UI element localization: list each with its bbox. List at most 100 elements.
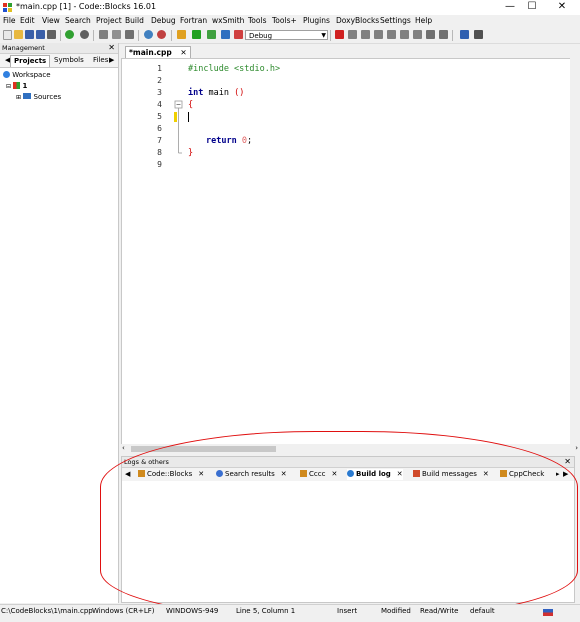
menu-project[interactable]: Project [96,16,122,25]
line-number: 5 [157,112,162,121]
tab-symbols[interactable]: Symbols [51,55,87,66]
tab-codeblocks-log[interactable]: Code::Blocks ✕ [138,469,204,480]
logs-scroll-more-icon[interactable]: ▶ [563,469,568,480]
tab-build-messages[interactable]: Build messages ✕ [413,469,489,480]
menu-debug[interactable]: Debug [151,16,176,25]
line-number: 4 [157,100,162,109]
scrollbar-thumb[interactable] [131,446,276,452]
logs-panel: Logs & others ✕ ◀ Code::Blocks ✕ Search r… [121,456,575,603]
tab-close-icon[interactable]: ✕ [483,470,489,478]
code-line-8: } [188,148,194,158]
scroll-left-icon[interactable]: ‹ [122,444,125,452]
line-number: 9 [157,160,162,169]
undo-icon[interactable] [65,30,74,39]
next-instruction-icon[interactable] [400,30,409,39]
menu-plugins[interactable]: Plugins [303,16,330,25]
find-icon[interactable] [144,30,153,39]
logs-scroll-right-icon[interactable]: ▸ [556,469,560,480]
build-target-select[interactable]: Debug ▼ [245,30,328,40]
save-icon[interactable] [25,30,34,39]
line-number: 1 [157,64,162,73]
build-and-run-icon[interactable] [207,30,216,39]
editor-vertical-scrollbar[interactable] [570,58,580,444]
logs-close-icon[interactable]: ✕ [564,457,571,467]
redo-icon[interactable] [80,30,89,39]
tree-item-project[interactable]: ⊟ 1 [6,82,27,90]
code-line-1: #include <stdio.h> [188,64,281,74]
copy-icon[interactable] [112,30,121,39]
rebuild-icon[interactable] [221,30,230,39]
tab-projects[interactable]: Projects [10,55,51,67]
menu-edit[interactable]: Edit [20,16,35,25]
menu-tools[interactable]: Tools [248,16,266,25]
change-marker [174,112,177,122]
close-button[interactable]: ✕ [548,0,576,15]
cppcheck-icon [500,470,507,477]
scroll-right-icon[interactable]: › [575,444,578,452]
new-file-icon[interactable] [3,30,12,40]
maximize-button[interactable]: ☐ [518,0,546,15]
tab-close-icon[interactable]: ✕ [331,470,337,478]
debugging-windows-icon[interactable] [460,30,469,39]
sources-label: Sources [33,93,62,101]
keyboard-language-icon [543,609,553,616]
workspace-label: Workspace [12,71,51,79]
codeblocks-log-icon [138,470,145,477]
tab-close-icon[interactable]: ✕ [281,470,287,478]
paste-icon[interactable] [125,30,134,39]
management-close-icon[interactable]: ✕ [108,43,115,53]
menu-help[interactable]: Help [415,16,432,25]
stop-debugger-icon[interactable] [439,30,448,39]
tree-item-workspace[interactable]: Workspace [3,71,51,79]
management-title: Management [2,44,45,52]
tab-cppcheck[interactable]: CppCheck [500,469,544,480]
cut-icon[interactable] [99,30,108,39]
code-line-3: int main () [188,88,245,98]
logs-scroll-left-icon[interactable]: ◀ [125,469,130,480]
abort-icon[interactable] [234,30,243,39]
menu-search[interactable]: Search [65,16,91,25]
logs-title: Logs & others [124,458,169,466]
various-info-icon[interactable] [474,30,483,39]
menu-view[interactable]: View [42,16,60,25]
status-bar: C:\CodeBlocks\1\main.cpp Windows (CR+LF)… [0,604,580,622]
open-folder-icon[interactable] [14,30,23,39]
close-file-icon[interactable] [47,30,56,39]
replace-icon[interactable] [157,30,166,39]
menu-fortran[interactable]: Fortran [180,16,207,25]
debug-start-icon[interactable] [335,30,344,39]
tab-close-icon[interactable]: ✕ [180,48,186,57]
save-all-icon[interactable] [36,30,45,39]
build-icon[interactable] [177,30,186,39]
run-icon[interactable] [192,30,201,39]
step-out-icon[interactable] [387,30,396,39]
break-debugger-icon[interactable] [426,30,435,39]
build-log-content[interactable] [122,481,574,601]
tree-item-sources[interactable]: ⊞ Sources [16,93,61,101]
tab-cccc[interactable]: Cccc ✕ [300,469,337,480]
step-into-instruction-icon[interactable] [413,30,422,39]
code-editor[interactable]: 1 2 3 4 5 6 7 8 9 #include <stdio.h> int… [121,58,572,446]
menu-doxyblocks[interactable]: DoxyBlocks [336,16,379,25]
project-icon [13,82,21,89]
chevron-down-icon: ▼ [321,32,326,39]
menu-file[interactable]: File [3,16,16,25]
tab-close-icon[interactable]: ✕ [198,470,204,478]
tab-close-icon[interactable]: ✕ [397,470,403,478]
menu-wxsmith[interactable]: wxSmith [212,16,244,25]
tab-build-log[interactable]: Build log ✕ [347,469,403,480]
tabs-scroll-right-icon[interactable]: ▶ [106,55,117,66]
management-header: Management ✕ [0,43,118,54]
tab-search-results[interactable]: Search results ✕ [216,469,287,480]
folder-icon [23,93,32,99]
menu-build[interactable]: Build [125,16,144,25]
menu-settings[interactable]: Settings [380,16,411,25]
status-cursor-position: Line 5, Column 1 [236,607,296,615]
editor-horizontal-scrollbar[interactable]: ‹ › [121,444,580,454]
menu-tools-plus[interactable]: Tools+ [272,16,297,25]
next-line-icon[interactable] [361,30,370,39]
step-into-icon[interactable] [374,30,383,39]
line-number: 6 [157,124,162,133]
run-to-cursor-icon[interactable] [348,30,357,39]
cccc-icon [300,470,307,477]
